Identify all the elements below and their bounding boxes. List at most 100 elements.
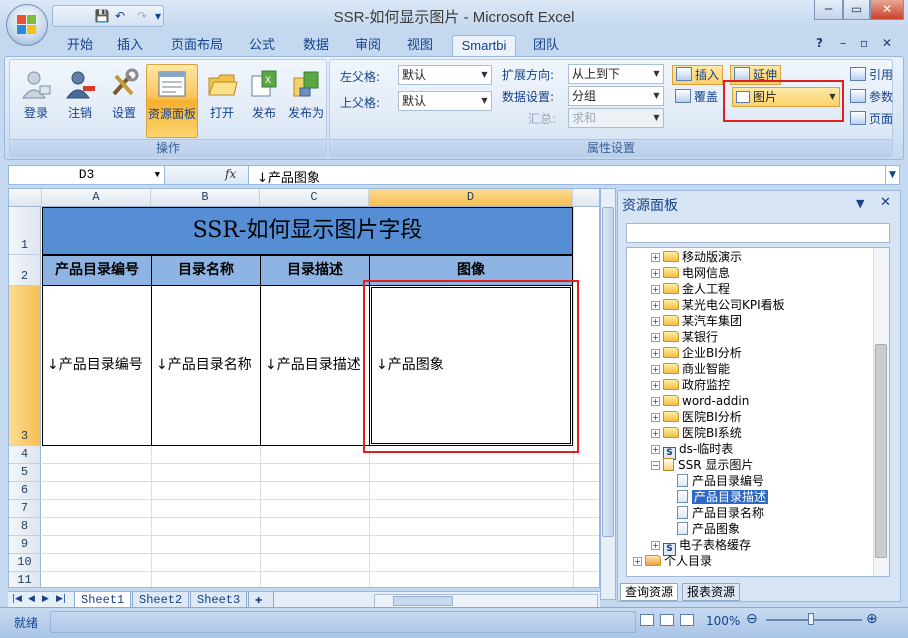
page-break-view-icon[interactable] xyxy=(680,614,694,626)
prev-sheet-icon[interactable]: ◀ xyxy=(28,594,35,604)
field-cell-a3[interactable]: ↓产品目录编号 xyxy=(42,285,152,446)
horizontal-scroll-thumb[interactable] xyxy=(393,596,453,606)
first-sheet-icon[interactable]: |◀ xyxy=(12,594,22,604)
tree-item[interactable]: + 电网信息 xyxy=(651,266,730,282)
last-sheet-icon[interactable]: ▶| xyxy=(56,594,66,604)
column-header-c[interactable]: C xyxy=(260,189,369,207)
tree-item[interactable]: 产品目录名称 xyxy=(677,506,764,522)
tree-item[interactable]: + 某光电公司KPI看板 xyxy=(651,298,785,314)
publish-button[interactable]: X 发布 xyxy=(242,64,286,138)
tab-home[interactable]: 开始 xyxy=(58,35,102,57)
left-parent-select[interactable]: 默认 ▼ xyxy=(398,65,492,85)
column-header-e[interactable] xyxy=(573,189,599,207)
expand-toggle-icon[interactable]: − xyxy=(651,461,660,470)
expand-toggle-icon[interactable]: + xyxy=(651,317,660,326)
row-header-5[interactable]: 5 xyxy=(9,464,41,482)
tree-item[interactable]: + 医院BI系统 xyxy=(651,426,742,442)
tree-item[interactable]: + 某银行 xyxy=(651,330,718,346)
name-box[interactable]: D3 ▼ xyxy=(9,166,165,184)
help-icon[interactable]: ? xyxy=(816,36,823,50)
tree-item[interactable]: + 移动版演示 xyxy=(651,250,742,266)
close-button[interactable]: ✕ xyxy=(870,0,904,20)
login-button[interactable]: 登录 xyxy=(14,64,58,138)
expand-toggle-icon[interactable]: + xyxy=(651,253,660,262)
tab-review[interactable]: 审阅 xyxy=(346,35,390,57)
expand-toggle-icon[interactable]: + xyxy=(651,445,660,454)
column-header-b[interactable]: B xyxy=(151,189,260,207)
tree-item[interactable]: − SSR 显示图片 xyxy=(651,458,753,474)
resource-panel-button[interactable]: 资源面板 xyxy=(146,64,198,138)
reference-button[interactable]: 引用 xyxy=(850,65,893,85)
expand-toggle-icon[interactable]: + xyxy=(651,365,660,374)
ribbon-restore-button[interactable]: ▫ xyxy=(860,36,868,50)
expand-toggle-icon[interactable]: + xyxy=(651,285,660,294)
expand-toggle-icon[interactable]: + xyxy=(651,333,660,342)
parameter-button[interactable]: 参数 xyxy=(850,87,893,107)
row-header-4[interactable]: 4 xyxy=(9,446,41,464)
tab-team[interactable]: 团队 xyxy=(524,35,568,57)
tab-data[interactable]: 数据 xyxy=(294,35,338,57)
tree-vertical-scrollbar[interactable] xyxy=(873,248,889,576)
expand-toggle-icon[interactable]: + xyxy=(651,541,660,550)
row-header-2[interactable]: 2 xyxy=(9,255,41,286)
expand-formula-bar-icon[interactable]: ▼ xyxy=(885,166,899,184)
ribbon-minimize-button[interactable]: – xyxy=(840,36,846,50)
tree-item[interactable]: + 某汽车集团 xyxy=(651,314,742,330)
zoom-out-icon[interactable]: ⊖ xyxy=(746,611,758,627)
header-cell-b2[interactable]: 目录名称 xyxy=(151,255,261,286)
page-layout-view-icon[interactable] xyxy=(660,614,674,626)
logout-button[interactable]: 注销 xyxy=(58,64,102,138)
row-header-6[interactable]: 6 xyxy=(9,482,41,500)
header-cell-a2[interactable]: 产品目录编号 xyxy=(42,255,152,286)
field-cell-c3[interactable]: ↓产品目录描述 xyxy=(260,285,370,446)
tab-insert[interactable]: 插入 xyxy=(108,35,152,57)
expand-toggle-icon[interactable]: + xyxy=(651,269,660,278)
report-resources-tab[interactable]: 报表资源 xyxy=(682,583,741,601)
office-button[interactable] xyxy=(6,4,48,46)
tree-item[interactable]: + S 电子表格缓存 xyxy=(651,538,751,556)
minimize-button[interactable]: ─ xyxy=(814,0,843,20)
page-button[interactable]: 页面 xyxy=(850,109,893,129)
select-all-corner[interactable] xyxy=(9,189,42,207)
tree-item[interactable]: + Sds-临时表 xyxy=(651,442,733,460)
expand-toggle-icon[interactable]: + xyxy=(651,397,660,406)
zoom-slider[interactable] xyxy=(766,619,862,621)
tree-item[interactable]: + 政府监控 xyxy=(651,378,730,394)
query-resources-tab[interactable]: 查询资源 xyxy=(620,583,679,601)
resource-search-input[interactable] xyxy=(626,223,890,243)
column-header-a[interactable]: A xyxy=(42,189,151,207)
tree-scroll-thumb[interactable] xyxy=(875,344,887,558)
expand-toggle-icon[interactable]: + xyxy=(651,349,660,358)
field-cell-b3[interactable]: ↓产品目录名称 xyxy=(151,285,261,446)
zoom-in-icon[interactable]: ⊕ xyxy=(866,611,878,627)
row-header-9[interactable]: 9 xyxy=(9,536,41,554)
sheet-vertical-scrollbar[interactable] xyxy=(600,188,616,600)
column-header-d[interactable]: D xyxy=(369,189,573,207)
row-header-10[interactable]: 10 xyxy=(9,554,41,572)
vertical-scroll-thumb[interactable] xyxy=(602,207,614,537)
header-cell-c2[interactable]: 目录描述 xyxy=(260,255,370,286)
publish-as-button[interactable]: 发布为 xyxy=(284,64,328,138)
panel-close-icon[interactable]: ✕ xyxy=(880,195,891,210)
row-header-7[interactable]: 7 xyxy=(9,500,41,518)
data-setting-select[interactable]: 分组 ▼ xyxy=(568,86,664,106)
sheet-horizontal-scrollbar[interactable] xyxy=(374,594,598,608)
zoom-slider-thumb[interactable] xyxy=(808,613,814,625)
cover-button[interactable]: 覆盖 xyxy=(675,87,718,107)
expand-toggle-icon[interactable]: + xyxy=(651,301,660,310)
tab-smartbi[interactable]: Smartbi xyxy=(452,35,516,57)
zoom-level[interactable]: 100% xyxy=(706,614,740,628)
tree-item[interactable]: 产品图象 xyxy=(677,522,740,538)
tab-view[interactable]: 视图 xyxy=(398,35,442,57)
tree-item[interactable]: + 金人工程 xyxy=(651,282,730,298)
maximize-button[interactable]: ▭ xyxy=(843,0,870,20)
insert-button[interactable]: 插入 xyxy=(672,65,724,85)
tree-item[interactable]: + 个人目录 xyxy=(633,554,712,570)
expand-toggle-icon[interactable]: + xyxy=(651,413,660,422)
resource-tree[interactable]: + 移动版演示 + 电网信息 + 金人工程 + 某光电公司KPI看板 + 某汽车集团 + 某银行 + 企业… xyxy=(626,247,890,577)
tree-item[interactable]: 产品目录描述 xyxy=(677,490,769,506)
row-header-3[interactable]: 3 xyxy=(9,286,41,446)
fx-icon[interactable]: fx xyxy=(225,167,236,181)
expand-toggle-icon[interactable]: + xyxy=(633,557,642,566)
tab-formulas[interactable]: 公式 xyxy=(240,35,284,57)
